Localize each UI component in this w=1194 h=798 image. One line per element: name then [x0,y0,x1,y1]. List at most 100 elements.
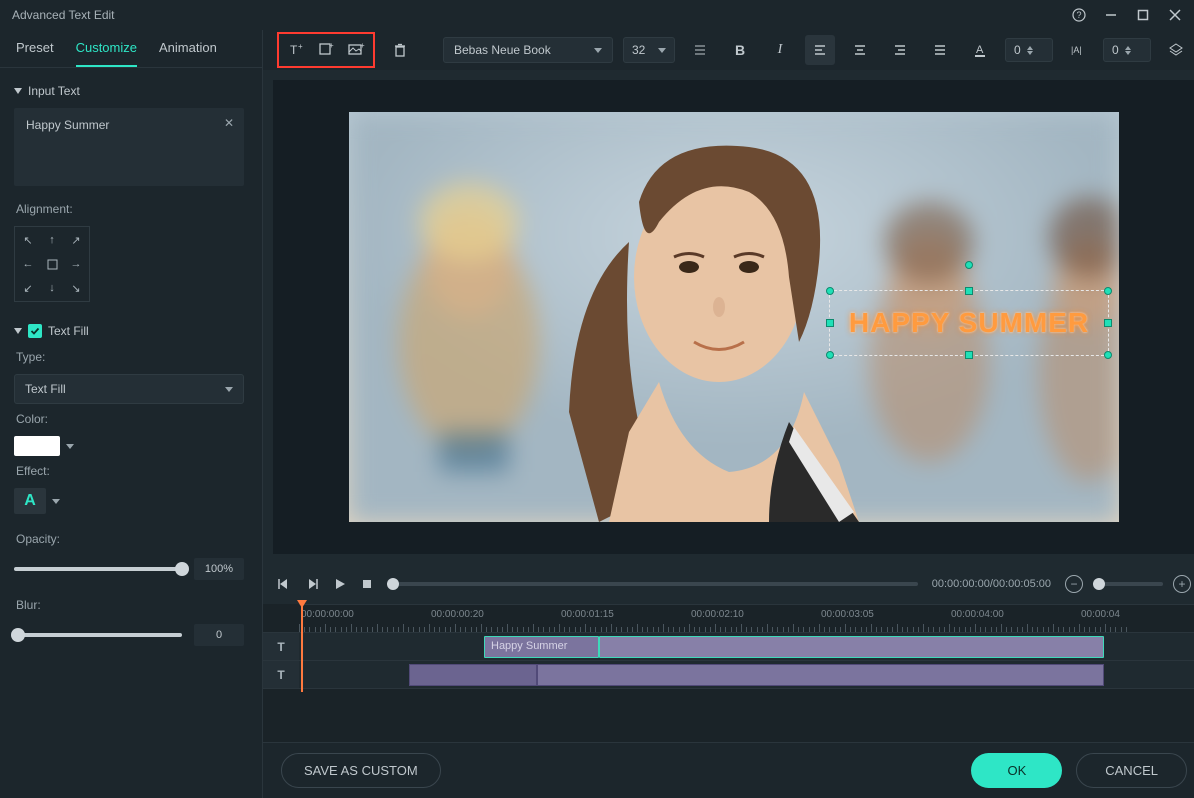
resize-handle[interactable] [826,287,834,295]
slider-thumb[interactable] [175,562,189,576]
letter-spacing-input[interactable]: 0 [1005,38,1053,62]
text-input[interactable]: Happy Summer ✕ [14,108,244,186]
spin-up-icon[interactable] [1125,46,1131,50]
text-fill-checkbox[interactable] [28,324,42,338]
track-lane[interactable] [299,661,1194,688]
align-s[interactable]: ↓ [41,277,63,299]
prev-frame-icon[interactable] [277,577,291,591]
minimize-icon[interactable] [1104,8,1118,22]
stop-icon[interactable] [361,578,373,590]
font-select[interactable]: Bebas Neue Book [443,37,613,63]
resize-handle[interactable] [1104,287,1112,295]
char-spacing-input[interactable]: 0 [1103,38,1151,62]
cancel-button[interactable]: CANCEL [1076,753,1187,788]
delete-icon[interactable] [385,35,415,65]
play-icon[interactable] [333,577,347,591]
align-center[interactable] [41,253,63,275]
svg-text:+: + [298,42,303,51]
align-nw[interactable]: ↖ [17,229,39,251]
text-selection-box[interactable]: HAPPY SUMMER [829,290,1109,356]
add-image-icon[interactable]: + [341,35,371,65]
slider-thumb[interactable] [11,628,25,642]
align-n[interactable]: ↑ [41,229,63,251]
alignment-grid: ↖ ↑ ↗ ← → ↙ ↓ ↘ [14,226,90,302]
tab-customize[interactable]: Customize [76,40,137,67]
color-swatch[interactable] [14,436,60,456]
align-se[interactable]: ↘ [65,277,87,299]
resize-handle[interactable] [965,351,973,359]
progress-bar[interactable] [387,582,918,586]
rotate-handle[interactable] [965,261,973,269]
zoom-thumb[interactable] [1093,578,1105,590]
italic-icon[interactable]: I [765,35,795,65]
font-size-select[interactable]: 32 [623,37,675,63]
resize-handle[interactable] [1104,351,1112,359]
blur-slider[interactable] [14,633,182,637]
save-as-custom-button[interactable]: SAVE AS CUSTOM [281,753,441,788]
ok-button[interactable]: OK [971,753,1062,788]
tab-animation[interactable]: Animation [159,40,217,67]
input-text-header[interactable]: Input Text [14,84,244,98]
track-lane[interactable]: Happy Summer [299,633,1194,660]
footer: SAVE AS CUSTOM OK CANCEL [263,742,1194,798]
effect-preview[interactable]: A [14,488,46,514]
help-icon[interactable]: ? [1072,8,1086,22]
align-e[interactable]: → [65,253,87,275]
timeline: 00:00:00:00 00:00:00:20 00:00:01:15 00:0… [263,604,1194,742]
close-icon[interactable] [1168,8,1182,22]
progress-thumb[interactable] [387,578,399,590]
resize-handle[interactable] [826,351,834,359]
spin-down-icon[interactable] [1125,51,1131,55]
opacity-slider[interactable] [14,567,182,571]
zoom-slider[interactable] [1093,582,1163,586]
spin-up-icon[interactable] [1027,46,1033,50]
timeline-ruler[interactable]: 00:00:00:00 00:00:00:20 00:00:01:15 00:0… [299,604,1194,632]
timeline-clip[interactable] [537,664,1104,686]
opacity-value[interactable]: 100% [194,558,244,580]
chevron-down-icon[interactable] [66,444,74,449]
line-spacing-icon[interactable] [685,35,715,65]
tab-preset[interactable]: Preset [16,40,54,67]
char-spacing-icon[interactable]: |A| [1063,35,1093,65]
spin-down-icon[interactable] [1027,51,1033,55]
track-icon[interactable]: T [263,633,299,660]
add-shape-icon[interactable]: + [311,35,341,65]
type-select[interactable]: Text Fill [14,374,244,404]
track-icon[interactable]: T [263,661,299,688]
zoom-in-icon[interactable]: + [1173,575,1191,593]
timeline-clip[interactable]: Happy Summer [484,636,599,658]
text-fill-header[interactable]: Text Fill [14,324,244,338]
align-w[interactable]: ← [17,253,39,275]
align-right-icon[interactable] [885,35,915,65]
align-justify-icon[interactable] [925,35,955,65]
align-center-icon[interactable] [845,35,875,65]
align-sw[interactable]: ↙ [17,277,39,299]
add-text-icon[interactable]: T+ [281,35,311,65]
layers-icon[interactable] [1161,35,1191,65]
type-label: Type: [16,350,244,364]
text-color-icon[interactable]: A [965,35,995,65]
resize-handle[interactable] [826,319,834,327]
window-title: Advanced Text Edit [12,8,115,22]
chevron-down-icon[interactable] [52,499,60,504]
toolbar: T+ + + Bebas Neue Book 32 B I A 0 [263,30,1194,70]
playhead[interactable] [301,604,303,692]
align-ne[interactable]: ↗ [65,229,87,251]
main-area: T+ + + Bebas Neue Book 32 B I A 0 [263,30,1194,798]
timeline-clip[interactable] [409,664,537,686]
canvas[interactable]: HAPPY SUMMER [349,112,1119,522]
resize-handle[interactable] [965,287,973,295]
maximize-icon[interactable] [1136,8,1150,22]
blur-value[interactable]: 0 [194,624,244,646]
zoom-out-icon[interactable]: − [1065,575,1083,593]
timeline-clip[interactable] [599,636,1104,658]
alignment-label: Alignment: [16,202,244,216]
next-frame-icon[interactable] [305,577,319,591]
clear-text-icon[interactable]: ✕ [224,116,234,130]
resize-handle[interactable] [1104,319,1112,327]
track-1: T Happy Summer [263,632,1194,660]
highlighted-tools: T+ + + [277,32,375,68]
svg-text:A: A [976,44,984,56]
align-left-icon[interactable] [805,35,835,65]
bold-icon[interactable]: B [725,35,755,65]
